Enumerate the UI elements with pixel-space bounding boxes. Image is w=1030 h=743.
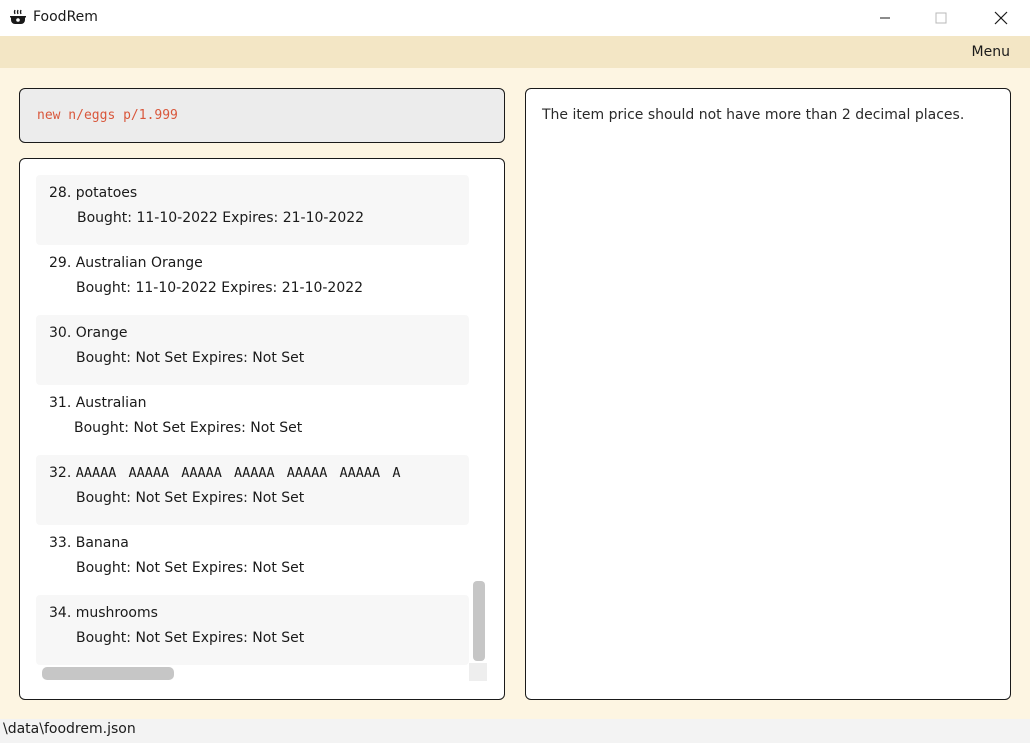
horizontal-scrollbar-thumb[interactable]: [42, 667, 174, 680]
item-details: Bought: Not Set Expires: Not Set: [76, 630, 305, 646]
main-area: new n/eggs p/1.999 28. potatoes Bought: …: [0, 68, 1030, 719]
list-item[interactable]: 33. Banana Bought: Not Set Expires: Not …: [36, 525, 469, 595]
close-button[interactable]: [978, 0, 1024, 36]
pot-icon: [10, 9, 26, 24]
list-item[interactable]: 32. AAAAA AAAAA AAAAA AAAAA AAAAA AAAAA …: [36, 455, 469, 525]
item-details: Bought: 11-10-2022 Expires: 21-10-2022: [76, 280, 364, 296]
item-name: Australian: [75, 395, 147, 411]
menu-bar: Menu: [0, 36, 1030, 68]
maximize-icon: [935, 12, 947, 24]
item-details: Bought: Not Set Expires: Not Set: [76, 560, 305, 576]
item-details: Bought: Not Set Expires: Not Set: [76, 490, 305, 506]
status-bar: \data\foodrem.json: [0, 719, 1030, 743]
list-item[interactable]: 30. Orange Bought: Not Set Expires: Not …: [36, 315, 469, 385]
maximize-button[interactable]: [918, 0, 964, 36]
scrollbar-corner: [469, 663, 487, 681]
item-title: 34. mushrooms: [49, 605, 158, 621]
item-name: AAAAA AAAAA AAAAA AAAAA AAAAA AAAAA A: [75, 465, 401, 481]
minimize-icon: [880, 17, 890, 19]
item-details: Bought: 11-10-2022 Expires: 21-10-2022: [77, 210, 365, 226]
item-index: 32.: [49, 465, 72, 481]
item-index: 31.: [49, 395, 72, 411]
list-item[interactable]: 28. potatoes Bought: 11-10-2022 Expires:…: [36, 175, 469, 245]
item-title: 30. Orange: [49, 325, 127, 341]
item-name: Australian Orange: [75, 255, 203, 271]
item-name: Orange: [75, 325, 128, 341]
item-index: 29.: [49, 255, 72, 271]
window-title: FoodRem: [33, 9, 98, 25]
item-details: Bought: Not Set Expires: Not Set: [74, 420, 303, 436]
result-message: The item price should not have more than…: [542, 107, 965, 123]
item-title: 29. Australian Orange: [49, 255, 203, 271]
save-file-path: \data\foodrem.json: [3, 721, 136, 737]
item-details: Bought: Not Set Expires: Not Set: [76, 350, 305, 366]
close-icon: [994, 11, 1008, 25]
item-name: mushrooms: [75, 605, 158, 621]
item-index: 30.: [49, 325, 72, 341]
minimize-button[interactable]: [862, 0, 908, 36]
item-name: potatoes: [75, 185, 138, 201]
command-input[interactable]: new n/eggs p/1.999: [19, 88, 505, 143]
command-input-value: new n/eggs p/1.999: [37, 108, 178, 123]
list-item[interactable]: 29. Australian Orange Bought: 11-10-2022…: [36, 245, 469, 315]
item-name: Banana: [75, 535, 129, 551]
item-title: 33. Banana: [49, 535, 129, 551]
list-item[interactable]: 34. mushrooms Bought: Not Set Expires: N…: [36, 595, 469, 665]
item-title: 31. Australian: [49, 395, 147, 411]
result-display: The item price should not have more than…: [525, 88, 1011, 700]
item-title: 32. AAAAA AAAAA AAAAA AAAAA AAAAA AAAAA …: [49, 465, 400, 481]
list-item[interactable]: 31. Australian Bought: Not Set Expires: …: [36, 385, 469, 455]
item-index: 33.: [49, 535, 72, 551]
item-index: 34.: [49, 605, 72, 621]
item-title: 28. potatoes: [49, 185, 137, 201]
menu-button[interactable]: Menu: [972, 44, 1010, 60]
item-list[interactable]: 28. potatoes Bought: 11-10-2022 Expires:…: [36, 175, 469, 665]
title-bar: FoodRem: [0, 0, 1030, 36]
item-list-panel: 28. potatoes Bought: 11-10-2022 Expires:…: [19, 158, 505, 700]
vertical-scrollbar-thumb[interactable]: [473, 581, 485, 661]
item-index: 28.: [49, 185, 72, 201]
